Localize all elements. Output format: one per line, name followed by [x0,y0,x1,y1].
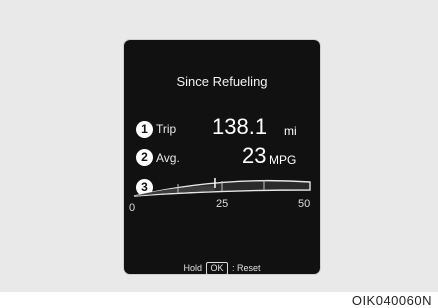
marker-2-badge: 2 [136,149,153,166]
hint-prefix: Hold [183,263,202,273]
gauge-mid-label: 25 [216,198,229,210]
avg-label: Avg. [156,151,180,165]
avg-unit: MPG [269,153,297,167]
gauge-max-label: 50 [298,198,311,210]
reset-hint: Hold OK : Reset [124,262,320,275]
gauge-min-label: 0 [129,202,136,214]
trip-label: Trip [156,122,177,136]
cluster-display: Since Refueling 1 Trip 138.1 mi 2 Avg. 2… [124,40,320,275]
display-title: Since Refueling [176,74,268,89]
trip-unit: mi [284,124,297,138]
avg-value: 23 [242,143,267,168]
trip-value: 138.1 [212,114,268,139]
ok-key: OK [206,262,228,275]
marker-1-badge: 1 [136,121,153,138]
hint-suffix: : Reset [232,263,261,273]
figure-code: OIK040060N [351,293,432,308]
